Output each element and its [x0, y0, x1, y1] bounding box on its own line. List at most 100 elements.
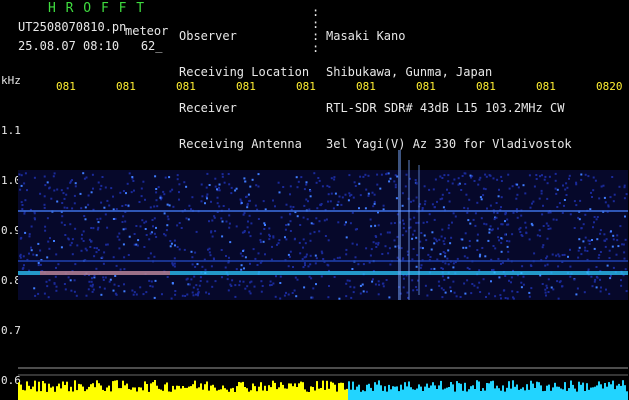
noise-pixel: [508, 279, 510, 282]
noise-pixel: [197, 292, 199, 295]
noise-pixel: [234, 295, 237, 298]
noise-pixel: [484, 188, 487, 191]
noise-pixel: [84, 206, 87, 209]
noise-pixel: [326, 184, 329, 187]
level-bar: [598, 381, 600, 400]
noise-pixel: [37, 262, 40, 264]
noise-pixel: [287, 265, 290, 268]
noise-pixel: [309, 195, 312, 198]
noise-pixel: [169, 190, 172, 193]
noise-pixel: [558, 255, 561, 258]
noise-pixel: [80, 237, 83, 240]
noise-pixel: [471, 283, 474, 285]
noise-pixel: [386, 231, 389, 234]
noise-pixel: [246, 206, 249, 209]
noise-pixel: [394, 245, 397, 248]
noise-pixel: [338, 256, 341, 259]
noise-pixel: [623, 184, 626, 187]
level-bar: [252, 383, 254, 400]
level-bar: [522, 387, 524, 400]
noise-pixel: [205, 291, 208, 294]
noise-pixel: [348, 174, 351, 177]
noise-pixel: [365, 290, 368, 293]
noise-pixel: [103, 206, 106, 209]
level-bar: [618, 383, 620, 400]
noise-pixel: [500, 196, 503, 199]
level-bar: [30, 389, 32, 400]
x-tick: 081: [56, 80, 76, 93]
noise-pixel: [201, 195, 204, 198]
noise-pixel: [139, 225, 142, 228]
noise-pixel: [53, 189, 56, 192]
noise-pixel: [330, 192, 333, 195]
noise-pixel: [167, 218, 170, 221]
noise-pixel: [555, 218, 558, 221]
noise-pixel: [349, 285, 352, 288]
noise-pixel: [145, 220, 148, 223]
noise-pixel: [254, 204, 257, 207]
level-bar: [270, 387, 272, 400]
noise-pixel: [257, 252, 260, 255]
noise-pixel: [125, 192, 127, 195]
spectrogram-area: [18, 100, 628, 400]
noise-pixel: [510, 281, 512, 284]
level-bar: [94, 387, 96, 400]
noise-pixel: [147, 257, 150, 260]
noise-pixel: [623, 251, 626, 254]
noise-pixel: [243, 267, 245, 270]
level-bar: [538, 382, 540, 400]
noise-pixel: [590, 191, 592, 194]
noise-pixel: [66, 187, 69, 190]
noise-pixel: [541, 213, 544, 216]
noise-pixel: [375, 242, 378, 245]
level-bar: [102, 389, 104, 400]
noise-pixel: [239, 252, 242, 255]
noise-pixel: [80, 249, 83, 252]
noise-pixel: [44, 225, 47, 228]
noise-pixel: [595, 218, 598, 221]
noise-pixel: [525, 226, 528, 229]
noise-pixel: [511, 185, 514, 188]
level-bar: [198, 387, 200, 400]
noise-pixel: [528, 295, 531, 298]
level-bar: [86, 389, 88, 400]
noise-pixel: [556, 188, 559, 191]
noise-pixel: [170, 242, 173, 245]
noise-pixel: [555, 192, 558, 195]
level-bar: [600, 384, 602, 400]
level-bar: [52, 386, 54, 400]
noise-pixel: [372, 241, 375, 244]
noise-pixel: [122, 190, 125, 192]
noise-pixel: [388, 180, 391, 183]
level-bar: [144, 381, 146, 400]
level-bar: [552, 387, 554, 400]
level-bar: [212, 384, 214, 400]
noise-pixel: [173, 257, 176, 260]
level-bar: [406, 386, 408, 400]
noise-pixel: [592, 189, 595, 192]
noise-pixel: [54, 275, 57, 278]
noise-pixel: [431, 203, 434, 206]
noise-pixel: [367, 194, 370, 197]
level-bar: [78, 383, 80, 400]
noise-pixel: [91, 290, 94, 293]
level-bar: [480, 391, 482, 400]
noise-pixel: [506, 297, 509, 300]
noise-pixel: [263, 228, 266, 230]
noise-pixel: [95, 267, 98, 270]
level-bar: [484, 390, 486, 400]
noise-pixel: [135, 225, 138, 227]
noise-pixel: [140, 187, 143, 190]
noise-pixel: [472, 218, 475, 221]
noise-pixel: [228, 214, 231, 217]
noise-pixel: [289, 220, 292, 223]
noise-pixel: [562, 184, 564, 187]
noise-pixel: [98, 286, 101, 289]
level-bar: [216, 390, 218, 400]
level-bar: [274, 382, 276, 400]
noise-pixel: [528, 291, 531, 294]
level-bar: [414, 389, 416, 400]
noise-pixel: [338, 297, 341, 300]
noise-pixel: [307, 200, 309, 203]
noise-pixel: [324, 235, 327, 237]
